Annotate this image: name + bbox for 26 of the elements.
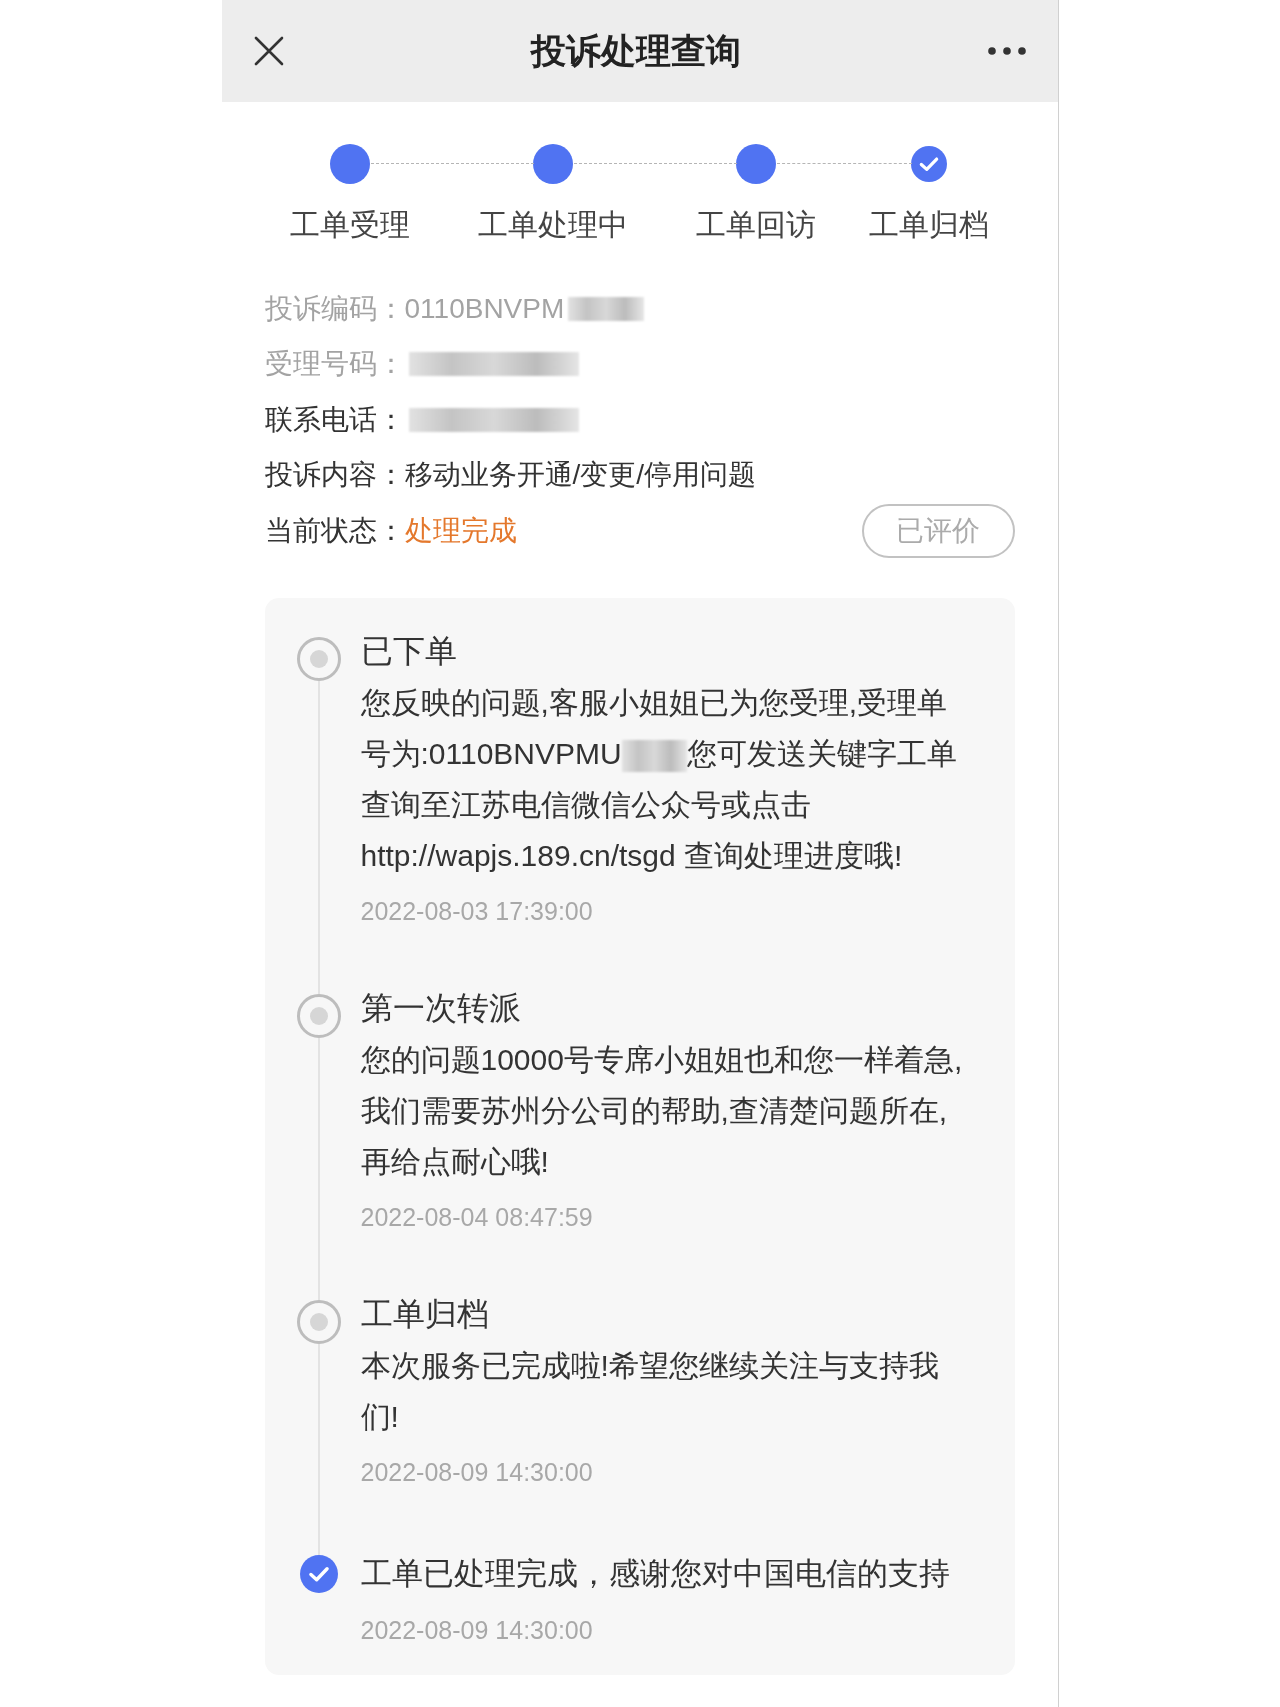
step-label: 工单回访 — [696, 207, 816, 243]
field-value: 0110BNVPM — [404, 291, 565, 326]
close-icon — [253, 36, 284, 66]
field-label: 当前状态： — [264, 513, 405, 548]
step-label: 工单受理 — [290, 207, 410, 243]
message-text: 本次服务已完成啦!希望您继续关注与支持我们! — [360, 1347, 940, 1435]
timestamp: 2022-08-09 14:30:00 — [360, 1614, 594, 1646]
field-label: 受理号码： — [264, 347, 405, 382]
field-label: 联系电话： — [264, 402, 405, 437]
timestamp: 2022-08-09 14:30:00 — [360, 1456, 594, 1488]
more-icon — [987, 47, 1026, 55]
timestamp: 2022-08-04 08:47:59 — [360, 1201, 594, 1233]
message-text: 您的问题10000号专席小姐姐也和您一样着急,我们需要苏州分公司的帮助,查清楚问题所在,再给点耐心哦! — [360, 1041, 964, 1180]
field-value: 移动业务开通/变更/停用问题 — [404, 458, 757, 493]
timeline-title: 工单已处理完成，感谢您对中国电信的支持 — [360, 1554, 951, 1593]
timestamp: 2022-08-03 17:39:00 — [360, 895, 594, 927]
step-label: 工单处理中 — [478, 207, 628, 243]
status-value: 处理完成 — [404, 513, 517, 548]
page-title: 投诉处理查询 — [530, 29, 741, 72]
field-label: 投诉内容： — [264, 458, 405, 493]
field-label: 投诉编码： — [264, 291, 405, 326]
message-text: 您反映的问题,客服小姐姐已为您受理,受理单号为:0110BNVPMU 您可发送关键字工单查询至江苏电信微信公众号或点击http://wapjs.189.cn/tsgd 查询处理进度哦! — [360, 684, 958, 874]
timeline-title: 已下单 — [360, 631, 458, 671]
step-label: 工单归档 — [869, 207, 989, 243]
timeline-title: 第一次转派 — [360, 988, 522, 1028]
timeline-title: 工单归档 — [360, 1294, 490, 1334]
